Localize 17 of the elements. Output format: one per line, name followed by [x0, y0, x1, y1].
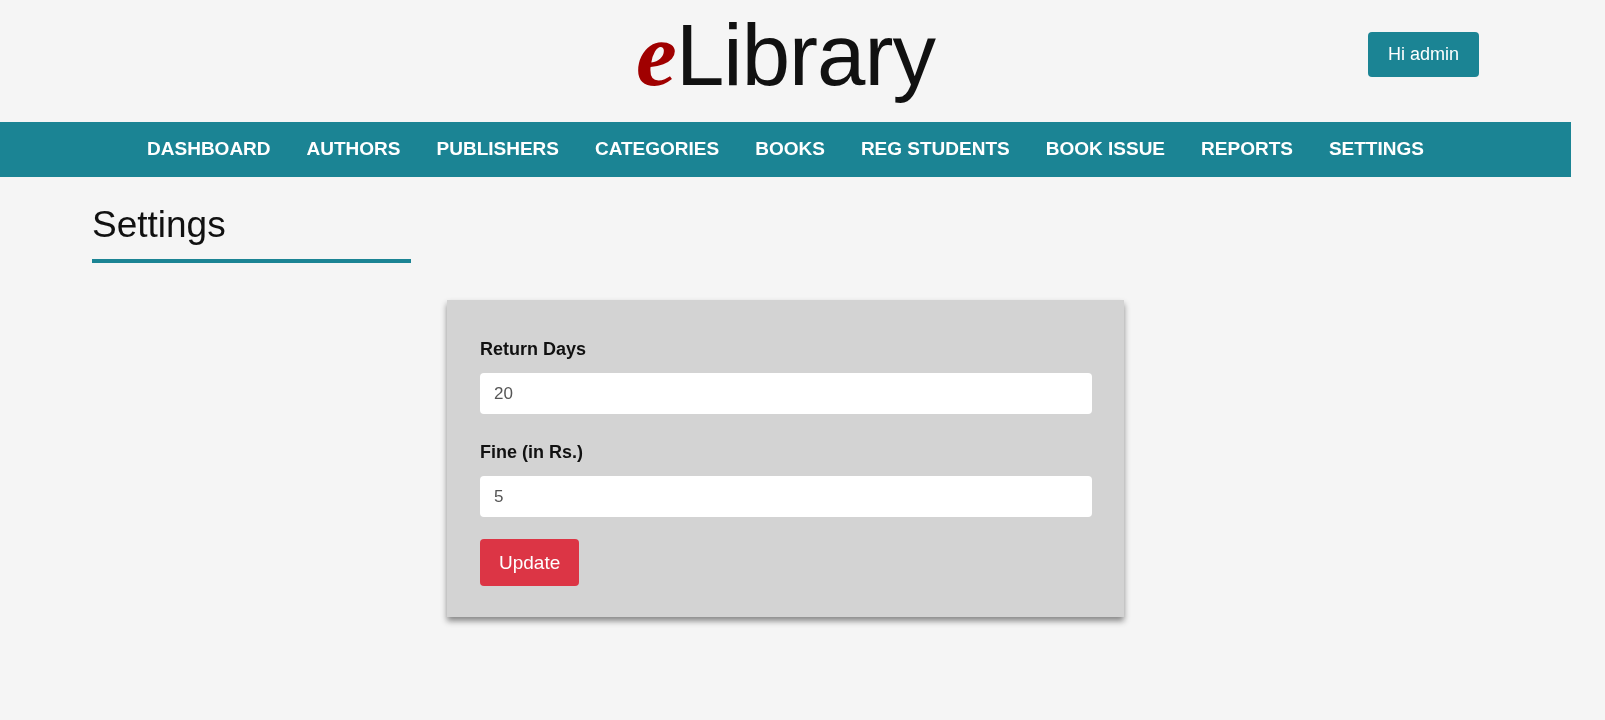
field-label: Fine (in Rs.) [480, 441, 583, 465]
user-greeting-button[interactable]: Hi admin [1367, 32, 1479, 77]
nav-link[interactable]: BOOKS [737, 135, 843, 164]
input-field[interactable]: 20 [480, 373, 1092, 415]
nav-link[interactable]: SETTINGS [1310, 135, 1442, 164]
nav-link[interactable]: REG STUDENTS [842, 135, 1028, 164]
input-field[interactable]: 5 [480, 476, 1092, 518]
page-title: Settings [92, 203, 226, 247]
nav-link[interactable]: REPORTS [1183, 135, 1311, 164]
update-button[interactable]: Update [480, 539, 580, 587]
nav-link[interactable]: CATEGORIES [577, 135, 738, 164]
nav-link[interactable]: PUBLISHERS [418, 135, 577, 164]
nav-link[interactable]: DASHBOARD [129, 135, 289, 164]
elibrary-logo: eLibrary [636, 8, 935, 104]
field-label: Return Days [480, 338, 587, 362]
nav-link[interactable]: AUTHORS [288, 135, 419, 164]
nav-link[interactable]: BOOK ISSUE [1027, 135, 1184, 164]
